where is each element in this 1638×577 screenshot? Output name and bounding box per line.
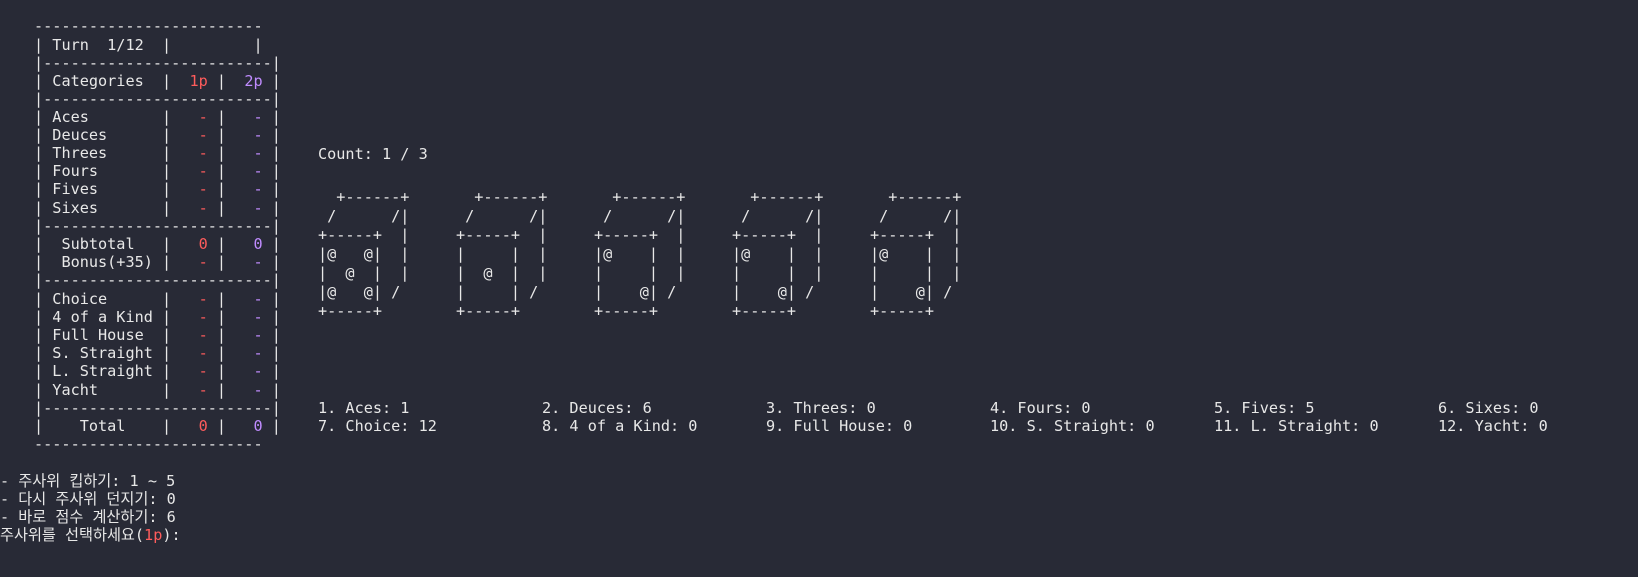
category-name: S. Straight <box>52 344 153 362</box>
score-option-fives: 5. Fives: 5 <box>1214 399 1315 417</box>
p1-score: - <box>198 308 208 326</box>
p1-score: - <box>198 144 208 162</box>
table-divider: |-------------------------| <box>34 54 281 72</box>
score-option-aces: 1. Aces: 1 <box>318 399 410 417</box>
category-name: Choice <box>52 290 108 308</box>
p2-score: - <box>253 144 263 162</box>
category-name: Deuces <box>52 126 108 144</box>
score-row-choice: | Choice | - | - | <box>34 290 281 308</box>
score-option-four-of-a-kind: 8. 4 of a Kind: 0 <box>542 417 698 435</box>
turn-label: Turn 1/12 <box>52 36 144 54</box>
die-3[interactable]: +------+ / /| +-----+ | |@ | | | | | | @… <box>594 188 685 321</box>
p2-score: - <box>253 290 263 308</box>
p1-total: 0 <box>198 417 208 435</box>
category-name: Fours <box>52 162 99 180</box>
p1-score: - <box>198 381 208 399</box>
score-option-small-straight: 10. S. Straight: 0 <box>990 417 1155 435</box>
table-divider: |-------------------------| <box>34 90 281 108</box>
table-divider: |-------------------------| <box>34 271 281 289</box>
p1-score: - <box>198 180 208 198</box>
score-row-sixes: | Sixes | - | - | <box>34 199 281 217</box>
player1-label: 1p <box>189 72 208 90</box>
p1-subtotal: 0 <box>198 235 208 253</box>
p2-score: - <box>253 381 263 399</box>
table-divider: |-------------------------| <box>34 217 281 235</box>
table-border-top: ------------------------- <box>34 17 263 35</box>
score-option-full-house: 9. Full House: 0 <box>766 417 913 435</box>
turn-row: | Turn 1/12 | | <box>34 36 263 54</box>
subtotal-label: Subtotal <box>61 235 135 253</box>
p2-score: - <box>253 308 263 326</box>
prompt-prefix: 주사위를 선택하세요( <box>0 526 145 544</box>
p2-score: - <box>253 199 263 217</box>
p1-score: - <box>198 290 208 308</box>
p1-score: - <box>198 326 208 344</box>
category-name: Fives <box>52 180 99 198</box>
score-option-choice: 7. Choice: 12 <box>318 417 437 435</box>
score-row-large-straight: | L. Straight | - | - | <box>34 362 281 380</box>
p1-score: - <box>198 199 208 217</box>
category-name: L. Straight <box>52 362 153 380</box>
p2-score: - <box>253 162 263 180</box>
score-row-fives: | Fives | - | - | <box>34 180 281 198</box>
score-option-deuces: 2. Deuces: 6 <box>542 399 652 417</box>
roll-count: Count: 1 / 3 <box>318 145 428 163</box>
p2-score: - <box>253 126 263 144</box>
header-row: | Categories | 1p | 2p | <box>34 72 281 90</box>
score-row-threes: | Threes | - | - | <box>34 144 281 162</box>
subtotal-row: | Subtotal | 0 | 0 | <box>34 235 281 253</box>
p2-score: - <box>253 344 263 362</box>
table-border-bottom: ------------------------- <box>34 435 263 453</box>
score-row-full-house: | Full House | - | - | <box>34 326 281 344</box>
p2-score: - <box>253 326 263 344</box>
p1-bonus: - <box>198 253 208 271</box>
p2-score: - <box>253 180 263 198</box>
score-option-fours: 4. Fours: 0 <box>990 399 1091 417</box>
category-name: Aces <box>52 108 89 126</box>
p2-subtotal: 0 <box>253 235 263 253</box>
p1-score: - <box>198 344 208 362</box>
category-name: Threes <box>52 144 108 162</box>
instruction-keep-dice: - 주사위 킵하기: 1 ~ 5 <box>0 472 176 490</box>
table-divider: |-------------------------| <box>34 399 281 417</box>
bonus-label: Bonus(+35) <box>61 253 153 271</box>
p2-total: 0 <box>253 417 263 435</box>
p1-score: - <box>198 162 208 180</box>
score-option-threes: 3. Threes: 0 <box>766 399 876 417</box>
p2-score: - <box>253 362 263 380</box>
score-row-deuces: | Deuces | - | - | <box>34 126 281 144</box>
category-name: Yacht <box>52 381 99 399</box>
score-row-yacht: | Yacht | - | - | <box>34 381 281 399</box>
score-row-aces: | Aces | - | - | <box>34 108 281 126</box>
score-row-four-of-a-kind: | 4 of a Kind | - | - | <box>34 308 281 326</box>
instruction-reroll: - 다시 주사위 던지기: 0 <box>0 490 176 508</box>
p2-bonus: - <box>253 253 263 271</box>
score-option-large-straight: 11. L. Straight: 0 <box>1214 417 1379 435</box>
die-2[interactable]: +------+ / /| +-----+ | | | | | @ | | | … <box>456 188 547 321</box>
p2-score: - <box>253 108 263 126</box>
category-name: 4 of a Kind <box>52 308 153 326</box>
score-option-yacht: 12. Yacht: 0 <box>1438 417 1548 435</box>
categories-header: Categories <box>52 72 144 90</box>
score-row-fours: | Fours | - | - | <box>34 162 281 180</box>
p1-score: - <box>198 362 208 380</box>
score-row-small-straight: | S. Straight | - | - | <box>34 344 281 362</box>
prompt-player: 1p <box>144 526 163 544</box>
player2-label: 2p <box>244 72 263 90</box>
die-4[interactable]: +------+ / /| +-----+ | |@ | | | | | | @… <box>732 188 823 321</box>
instruction-score-now: - 바로 점수 계산하기: 6 <box>0 508 176 526</box>
category-name: Full House <box>52 326 144 344</box>
prompt-suffix: ): <box>162 526 181 544</box>
die-1[interactable]: +------+ / /| +-----+ | |@ @| | | @ | | … <box>318 188 409 321</box>
category-name: Sixes <box>52 199 99 217</box>
score-option-sixes: 6. Sixes: 0 <box>1438 399 1539 417</box>
p1-score: - <box>198 108 208 126</box>
input-prompt[interactable]: 주사위를 선택하세요(1p): <box>0 526 181 545</box>
p1-score: - <box>198 126 208 144</box>
bonus-row: | Bonus(+35) | - | - | <box>34 253 281 271</box>
total-row: | Total | 0 | 0 | <box>34 417 281 435</box>
die-5[interactable]: +------+ / /| +-----+ | |@ | | | | | | @… <box>870 188 961 321</box>
total-label: Total <box>79 417 126 435</box>
